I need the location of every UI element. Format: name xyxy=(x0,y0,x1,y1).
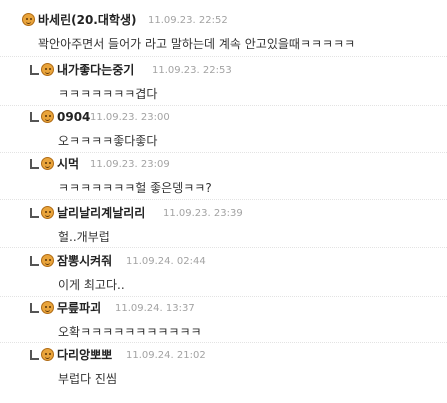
reply-arrow-icon xyxy=(30,159,39,169)
comment-date: 11.09.23. 22:52 xyxy=(148,15,228,26)
comment-thread: 바세린(20.대학생) 11.09.23. 22:52 꽉안아주면서 들어가 라… xyxy=(0,0,447,403)
comment-author[interactable]: 바세린(20.대학생) xyxy=(38,12,136,28)
user-face-icon xyxy=(41,301,54,314)
comment-date: 11.09.23. 22:53 xyxy=(152,65,232,76)
user-face-icon xyxy=(41,348,54,361)
comment-date: 11.09.23. 23:00 xyxy=(90,112,170,123)
comment-text: 헐..개부럽 xyxy=(58,230,110,244)
user-face-icon xyxy=(41,63,54,76)
comment-divider xyxy=(0,152,447,153)
user-face-icon xyxy=(41,206,54,219)
comment-author[interactable]: 0904 xyxy=(57,109,90,125)
comment-text: ㅋㅋㅋㅋㅋㅋㅋ겹다 xyxy=(58,87,158,101)
comment-divider xyxy=(0,296,447,297)
comment-date: 11.09.23. 23:09 xyxy=(90,159,170,170)
reply-arrow-icon xyxy=(30,350,39,360)
comment-divider xyxy=(0,247,447,248)
comment-date: 11.09.24. 02:44 xyxy=(126,256,206,267)
user-face-icon xyxy=(22,13,35,26)
comment-author[interactable]: 잠뽕시켜줘 xyxy=(57,253,112,269)
user-face-icon xyxy=(41,254,54,267)
comment-author[interactable]: 무릎파괴 xyxy=(57,300,101,316)
comment-author[interactable]: 다리앙뽀뽀 xyxy=(57,347,112,363)
comment-author[interactable]: 시먹 xyxy=(57,156,79,172)
comment-text: 오ㅋㅋㅋㅋ좋다좋다 xyxy=(58,134,158,148)
comment-text: 오확ㅋㅋㅋㅋㅋㅋㅋㅋㅋㅋㅋ xyxy=(58,325,202,339)
comment-date: 11.09.24. 13:37 xyxy=(115,303,195,314)
reply-arrow-icon xyxy=(30,256,39,266)
comment-divider xyxy=(0,342,447,343)
reply-arrow-icon xyxy=(30,112,39,122)
reply-arrow-icon xyxy=(30,208,39,218)
reply-arrow-icon xyxy=(30,303,39,313)
comment-author[interactable]: 내가좋다는중기 xyxy=(57,62,134,78)
user-face-icon xyxy=(41,157,54,170)
comment-divider xyxy=(0,199,447,200)
comment-author[interactable]: 날리날리계날리리 xyxy=(57,205,145,221)
comment-date: 11.09.24. 21:02 xyxy=(126,350,206,361)
comment-text: 부럽다 진씸 xyxy=(58,372,118,386)
comment-divider xyxy=(0,105,447,106)
comment-text: 꽉안아주면서 들어가 라고 말하는데 계속 안고있을때ㅋㅋㅋㅋㅋ xyxy=(38,37,356,51)
reply-arrow-icon xyxy=(30,65,39,75)
user-face-icon xyxy=(41,110,54,123)
comment-text: ㅋㅋㅋㅋㅋㅋㅋ헐 좋은뎅ㅋㅋ? xyxy=(58,181,212,195)
comment-text: 이게 최고다.. xyxy=(58,278,125,292)
comment-date: 11.09.23. 23:39 xyxy=(163,208,243,219)
comment-divider xyxy=(0,56,447,57)
